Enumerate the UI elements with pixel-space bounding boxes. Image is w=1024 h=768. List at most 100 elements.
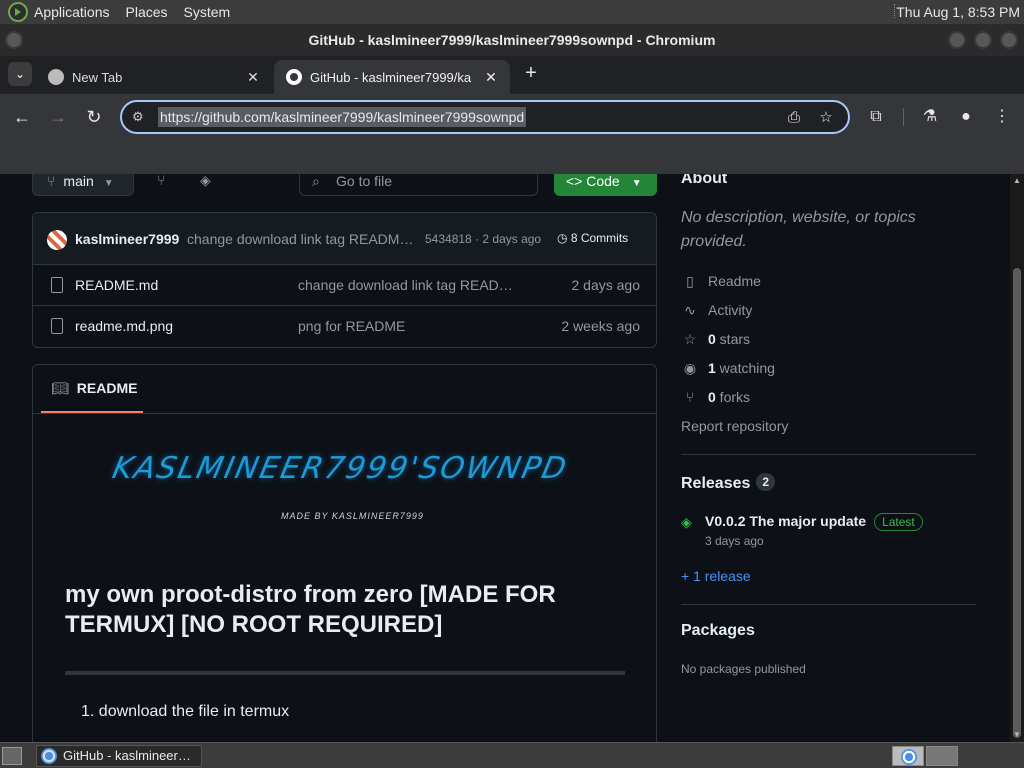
file-name[interactable]: readme.md.png xyxy=(75,318,173,334)
readme-tab-label: README xyxy=(76,380,138,396)
reload-button[interactable]: ↻ xyxy=(82,105,106,129)
commit-message[interactable]: change download link tag READM… xyxy=(187,231,413,247)
latest-commit-row: kaslmineer7999 change download link tag … xyxy=(33,213,656,265)
packages-empty-text: No packages published xyxy=(681,662,806,676)
file-name[interactable]: README.md xyxy=(75,277,158,293)
address-bar[interactable]: ⚙ https://github.com/kaslmineer7999/kasl… xyxy=(120,100,850,134)
go-to-file-placeholder: Go to file xyxy=(336,174,393,189)
menu-kebab-icon[interactable]: ⋮ xyxy=(990,105,1014,129)
taskbar-task-label: GitHub - kaslmineer… xyxy=(63,748,191,763)
applications-menu[interactable]: Applications xyxy=(34,4,110,20)
branches-icon[interactable]: ⑂ xyxy=(157,174,175,190)
banner-title: KASLMINEER7999'SOWNPD xyxy=(109,451,572,486)
scroll-up-icon[interactable]: ▲ xyxy=(1012,176,1022,186)
packages-heading[interactable]: Packages xyxy=(681,622,755,640)
file-date: 2 days ago xyxy=(571,277,641,293)
forward-button[interactable]: → xyxy=(46,105,70,129)
show-desktop-button[interactable] xyxy=(2,747,22,765)
book-icon: 📖︎ xyxy=(51,380,69,396)
avatar[interactable] xyxy=(47,230,67,250)
file-date: 2 weeks ago xyxy=(561,318,640,334)
tag-icon: ◈ xyxy=(681,514,692,530)
commit-author[interactable]: kaslmineer7999 xyxy=(75,231,179,247)
arrow-left-icon: ← xyxy=(13,107,31,127)
tab-strip: ⌄ New Tab ✕ GitHub - kaslmineer7999/ka ✕ xyxy=(0,56,1024,94)
maximize-button[interactable] xyxy=(974,31,992,49)
close-window-button[interactable] xyxy=(1000,31,1018,49)
file-commit-message[interactable]: png for README xyxy=(298,318,405,334)
table-row: README.md change download link tag READ…… xyxy=(33,265,656,306)
extensions-icon[interactable]: ⧉ xyxy=(864,105,888,129)
arrow-right-icon: → xyxy=(49,107,67,127)
tab-search-button[interactable]: ⌄ xyxy=(8,62,32,86)
branch-label: main xyxy=(63,174,94,189)
branch-icon: ⑂ xyxy=(47,174,56,189)
tags-icon[interactable]: ◈ xyxy=(200,174,218,190)
minimize-button[interactable] xyxy=(948,31,966,49)
clock[interactable]: Thu Aug 1, 8:53 PM xyxy=(896,4,1020,20)
back-button[interactable]: ← xyxy=(10,105,34,129)
workspace-2[interactable] xyxy=(926,746,958,766)
pulse-icon: ∿ xyxy=(684,302,696,318)
readme-tab[interactable]: 📖︎ README xyxy=(41,365,143,413)
releases-heading[interactable]: Releases 2 xyxy=(681,473,776,493)
commit-hash-time[interactable]: 5434818 · 2 days ago xyxy=(425,232,541,246)
releases-heading-label: Releases xyxy=(681,475,751,492)
workspace-1[interactable] xyxy=(892,746,924,766)
labs-flask-icon[interactable]: ⚗ xyxy=(918,105,942,129)
readme-panel: 📖︎ README KASLMINEER7999'SOWNPD MADE BY K… xyxy=(32,364,657,742)
tab-label: New Tab xyxy=(72,69,123,85)
distro-logo-icon[interactable] xyxy=(8,2,28,22)
code-button[interactable]: <> Code ▼ xyxy=(554,174,657,196)
reload-icon: ↻ xyxy=(86,107,102,127)
report-repository-link[interactable]: Report repository xyxy=(681,418,788,434)
chromium-icon xyxy=(901,749,917,765)
system-top-panel: Applications Places System Thu Aug 1, 8:… xyxy=(0,0,1024,24)
new-tab-button[interactable]: + xyxy=(520,62,542,84)
bottom-taskbar: GitHub - kaslmineer… xyxy=(0,742,1024,768)
places-menu[interactable]: Places xyxy=(126,4,168,20)
scroll-down-icon[interactable]: ▼ xyxy=(1012,730,1022,740)
readme-link[interactable]: ▯ Readme xyxy=(681,273,761,290)
divider xyxy=(681,454,976,455)
release-link[interactable]: V0.0.2 The major update Latest xyxy=(705,513,923,531)
tab-new-tab[interactable]: New Tab ✕ xyxy=(36,60,272,94)
forks-link[interactable]: ⑂ 0 forks xyxy=(681,389,750,405)
page-scrollbar[interactable]: ▲ ▼ xyxy=(1010,174,1024,742)
scrollbar-thumb[interactable] xyxy=(1013,268,1021,738)
divider xyxy=(33,413,656,414)
watching-link[interactable]: ◉ 1 watching xyxy=(681,360,775,377)
install-app-icon[interactable]: ⎙ xyxy=(784,108,804,128)
stars-link[interactable]: ☆ 0 stars xyxy=(681,331,750,348)
site-info-icon[interactable]: ⚙ xyxy=(132,109,150,125)
readme-link-label: Readme xyxy=(708,273,761,289)
go-to-file-input[interactable]: ⌕ Go to file xyxy=(299,174,538,196)
stars-count: 0 xyxy=(708,331,716,347)
file-commit-message[interactable]: change download link tag READ… xyxy=(298,277,513,293)
fork-icon: ⑂ xyxy=(685,389,695,405)
commits-label: 8 Commits xyxy=(570,231,629,245)
bookmark-star-icon[interactable]: ☆ xyxy=(816,108,836,128)
chevron-down-icon: ⌄ xyxy=(14,67,26,81)
divider xyxy=(681,604,976,605)
readme-banner-image: KASLMINEER7999'SOWNPD MADE BY KASLMINEER… xyxy=(109,451,583,541)
window-menu-button[interactable] xyxy=(5,31,23,49)
taskbar-chromium-window[interactable]: GitHub - kaslmineer… xyxy=(36,745,202,767)
profile-icon[interactable]: ● xyxy=(954,105,978,129)
more-releases-link[interactable]: + 1 release xyxy=(681,568,751,584)
table-row: readme.md.png png for README 2 weeks ago xyxy=(33,306,656,347)
url-text[interactable]: https://github.com/kaslmineer7999/kaslmi… xyxy=(158,107,527,127)
tab-github[interactable]: GitHub - kaslmineer7999/ka ✕ xyxy=(274,60,510,94)
code-icon: <> xyxy=(566,174,583,189)
close-tab-icon[interactable]: ✕ xyxy=(242,69,264,86)
watching-count: 1 xyxy=(708,360,716,376)
commits-link[interactable]: ◷ 8 Commits xyxy=(557,231,628,245)
latest-badge: Latest xyxy=(874,513,923,531)
system-menu[interactable]: System xyxy=(184,4,231,20)
branch-selector-button[interactable]: ⑂ main ▼ xyxy=(32,174,134,196)
close-tab-icon[interactable]: ✕ xyxy=(480,69,502,86)
globe-icon xyxy=(48,69,64,85)
activity-link[interactable]: ∿ Activity xyxy=(681,302,752,319)
tab-label: GitHub - kaslmineer7999/ka xyxy=(310,69,472,85)
forks-count: 0 xyxy=(708,389,716,405)
